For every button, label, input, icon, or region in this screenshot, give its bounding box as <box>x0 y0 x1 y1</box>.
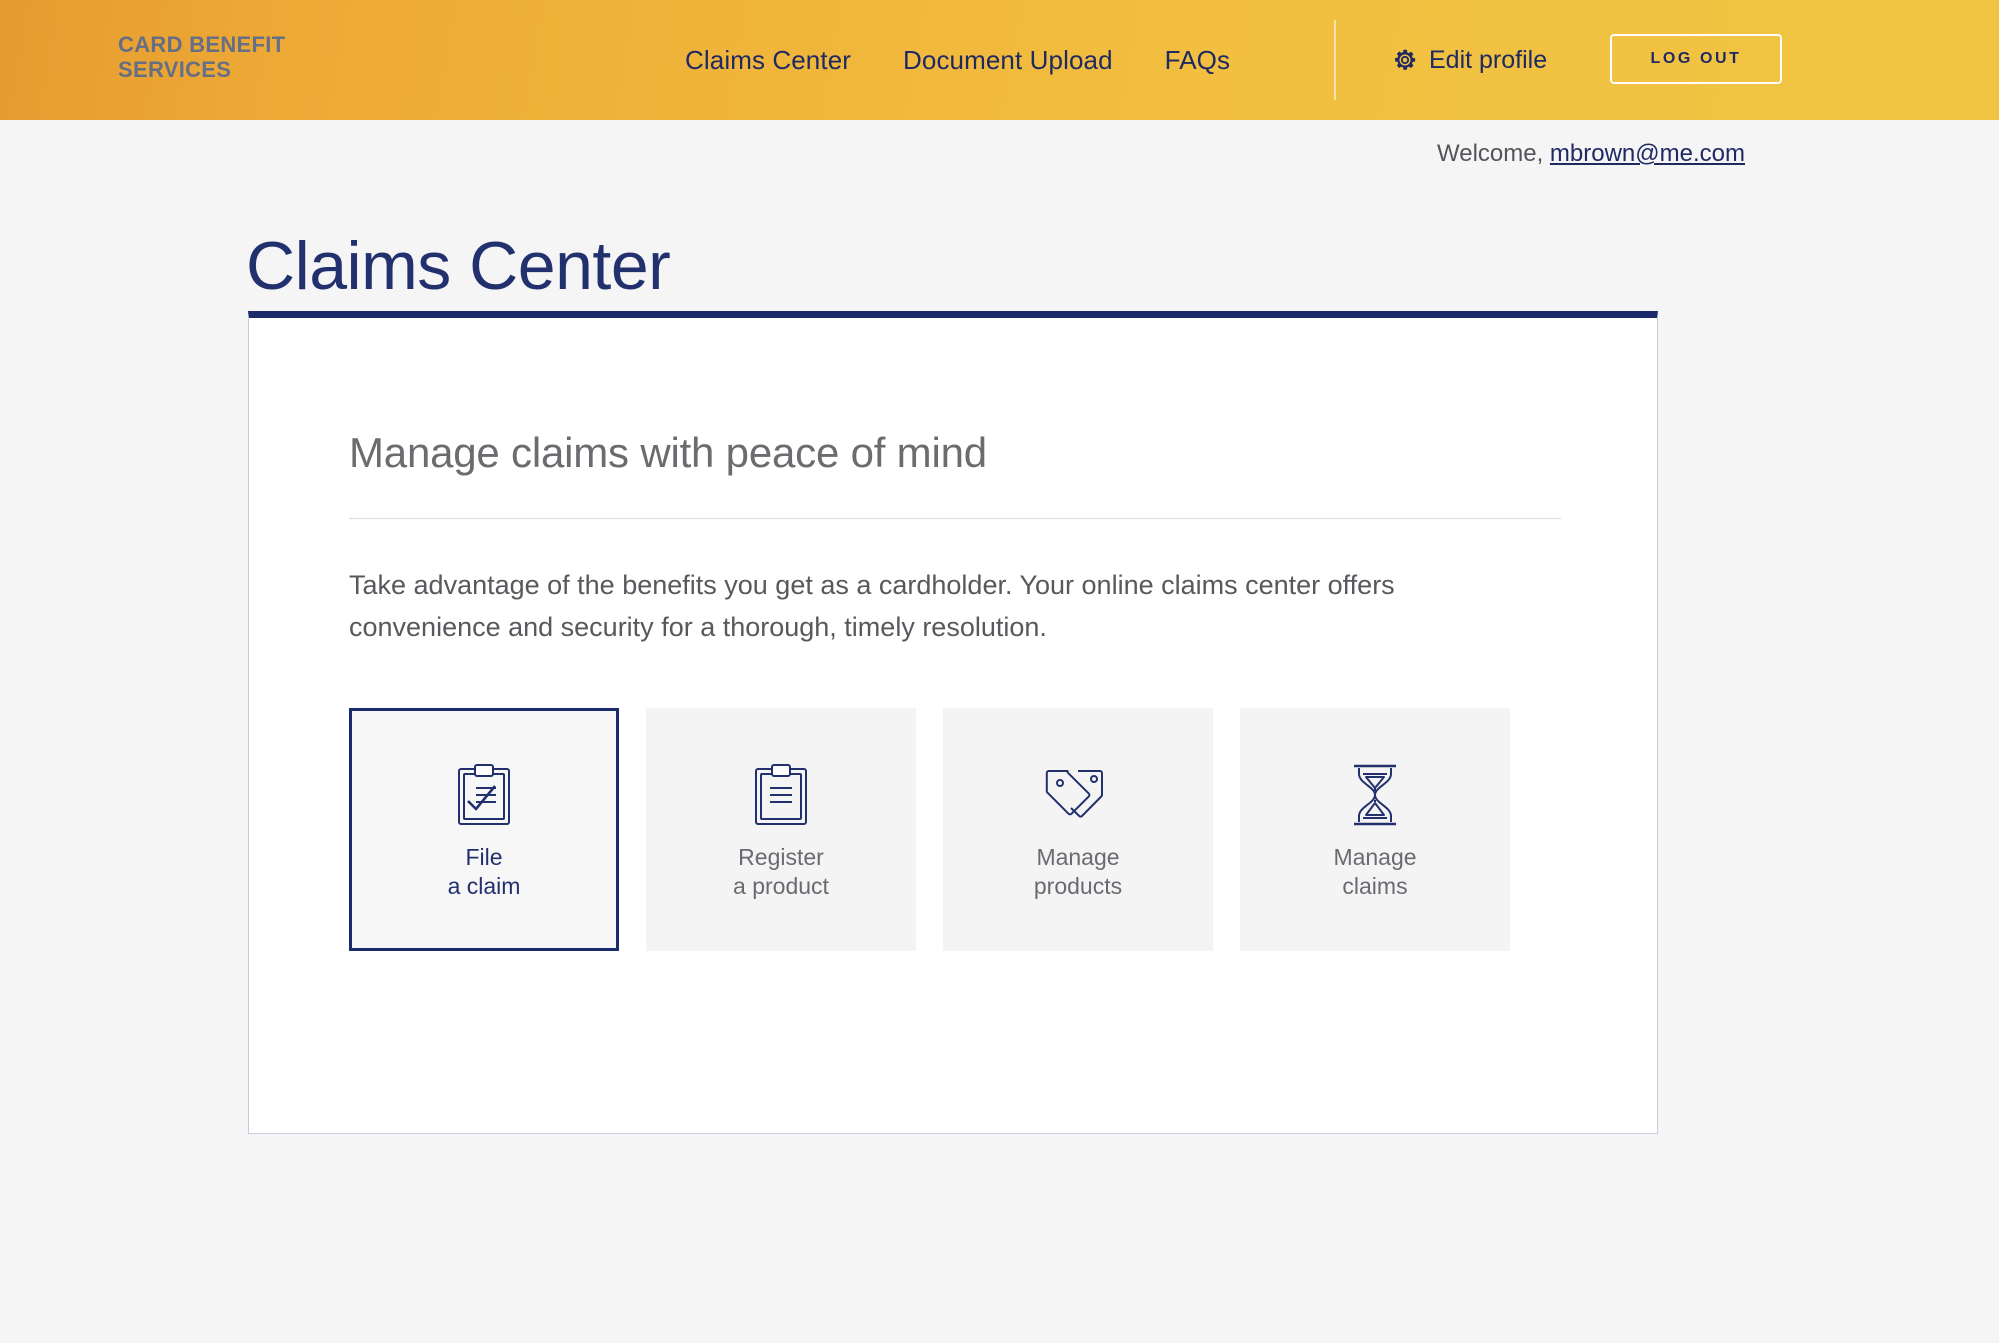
user-email-link[interactable]: mbrown@me.com <box>1550 140 1745 167</box>
card-section-title: Manage claims with peace of mind <box>349 429 987 476</box>
card-intro-text: Take advantage of the benefits you get a… <box>349 570 1395 642</box>
tile-label: Register a product <box>733 843 829 899</box>
clipboard-check-icon <box>455 759 513 831</box>
logout-button[interactable]: LOG OUT <box>1610 34 1782 84</box>
tile-label: Manage claims <box>1333 843 1417 899</box>
tile-label: Manage products <box>1033 843 1123 899</box>
tile-file-a-claim[interactable]: File a claim <box>349 708 619 951</box>
page-title: Claims Center <box>246 227 671 304</box>
action-tiles: File a claim Register a product Manage p… <box>349 708 1561 951</box>
welcome-line: Welcome, mbrown@me.com <box>1437 140 1745 168</box>
welcome-prefix: Welcome, <box>1437 140 1550 167</box>
edit-profile-label: Edit profile <box>1429 45 1548 74</box>
header-divider <box>1334 20 1336 100</box>
nav-document-upload[interactable]: Document Upload <box>903 45 1113 76</box>
tile-label: File a claim <box>447 843 521 899</box>
tile-register-a-product[interactable]: Register a product <box>646 708 916 951</box>
brand-logo: CARD BENEFIT SERVICES <box>118 32 286 82</box>
nav-faqs[interactable]: FAQs <box>1165 45 1230 76</box>
card-content: Manage claims with peace of mind Take ad… <box>349 428 1561 951</box>
site-header: CARD BENEFIT SERVICES Claims Center Docu… <box>0 0 1999 120</box>
tile-manage-products[interactable]: Manage products <box>943 708 1213 951</box>
edit-profile-button[interactable]: Edit profile <box>1392 0 1547 120</box>
primary-navigation: Claims Center Document Upload FAQs <box>685 0 1230 120</box>
tile-manage-claims[interactable]: Manage claims <box>1240 708 1510 951</box>
hourglass-icon <box>1350 759 1400 831</box>
section-divider <box>349 518 1561 519</box>
price-tags-icon <box>1042 759 1114 831</box>
claims-center-card: Manage claims with peace of mind Take ad… <box>248 311 1658 1134</box>
nav-claims-center[interactable]: Claims Center <box>685 45 851 76</box>
clipboard-lines-icon <box>752 759 810 831</box>
gear-icon <box>1392 47 1418 73</box>
